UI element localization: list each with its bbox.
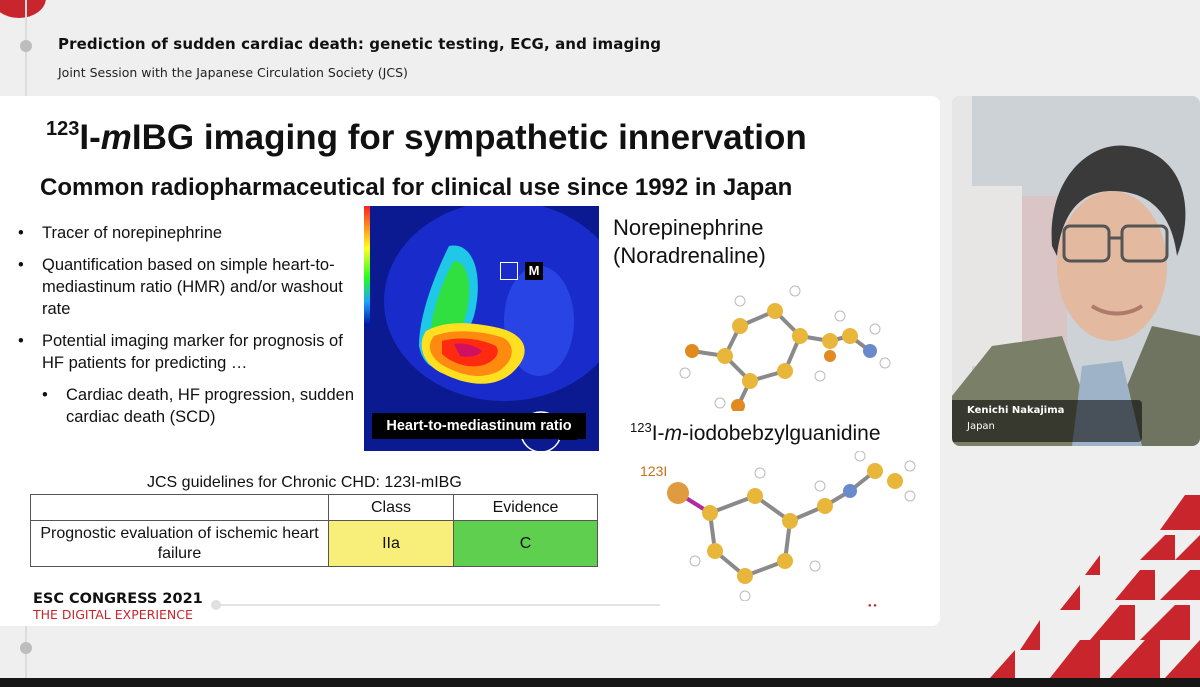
- sub-bullet-item: Cardiac death, HF progression, sudden ca…: [18, 384, 368, 428]
- table-row: Prognostic evaluation of ischemic heart …: [30, 520, 598, 567]
- slide-subtitle: Common radiopharmaceutical for clinical …: [40, 174, 793, 201]
- mibg-molecule-image: [667, 451, 916, 601]
- timeline-dot-next[interactable]: [20, 642, 32, 654]
- bullet-item: Quantification based on simple heart-to-…: [18, 254, 368, 320]
- table-header-cell: Evidence: [453, 494, 598, 521]
- guideline-table: Class Evidence Prognostic evaluation of …: [30, 494, 598, 567]
- table-header-cell: Class: [328, 494, 454, 521]
- page-indicator-dots: ● ●: [868, 603, 877, 609]
- slide-title: 123I-mIBG imaging for sympathetic innerv…: [46, 118, 807, 157]
- presentation-slide: 123I-mIBG imaging for sympathetic innerv…: [0, 96, 940, 626]
- brand-red-dot: [0, 0, 46, 18]
- bullet-item: Tracer of norepinephrine: [18, 222, 368, 244]
- speaker-country: Japan: [967, 421, 995, 432]
- speaker-portrait: [952, 96, 1200, 446]
- esc-congress-logo: ESC CONGRESS 2021: [33, 591, 203, 607]
- bullet-item: Potential imaging marker for prognosis o…: [18, 330, 368, 374]
- bullet-list: Tracer of norepinephrine Quantification …: [18, 222, 368, 438]
- table-header-cell: [30, 494, 329, 521]
- digital-experience-label: THE DIGITAL EXPERIENCE: [33, 607, 193, 622]
- guideline-table-title: JCS guidelines for Chronic CHD: 123I-mIB…: [147, 474, 462, 491]
- slide-progress-bar[interactable]: [211, 600, 660, 610]
- speaker-name: Kenichi Nakajima: [967, 405, 1065, 416]
- progress-knob[interactable]: [211, 600, 221, 610]
- session-title: Prediction of sudden cardiac death: gene…: [58, 35, 662, 53]
- scan-caption: Heart-to-mediastinum ratio: [372, 413, 586, 439]
- table-cell-class: IIa: [328, 520, 454, 567]
- mibg-label: 123I-m-iodobebzylguanidine: [630, 420, 881, 445]
- mibg-scan-image: M H Heart-to-mediastinum ratio: [364, 206, 599, 451]
- timeline-dot-current[interactable]: [20, 40, 32, 52]
- table-header-row: Class Evidence: [30, 494, 598, 521]
- mediastinum-label: M: [525, 262, 543, 280]
- table-cell-evidence: C: [453, 520, 598, 567]
- speaker-video-feed: Kenichi Nakajima Japan: [952, 96, 1200, 446]
- mediastinum-roi-box: [500, 262, 518, 280]
- bottom-bar: [0, 678, 1200, 687]
- norepinephrine-molecule-image: [679, 285, 891, 411]
- norepinephrine-label: Norepinephrine (Noradrenaline): [613, 215, 766, 268]
- table-cell: Prognostic evaluation of ischemic heart …: [30, 520, 329, 567]
- decorative-triangles: [990, 495, 1200, 678]
- session-subtitle: Joint Session with the Japanese Circulat…: [58, 65, 408, 80]
